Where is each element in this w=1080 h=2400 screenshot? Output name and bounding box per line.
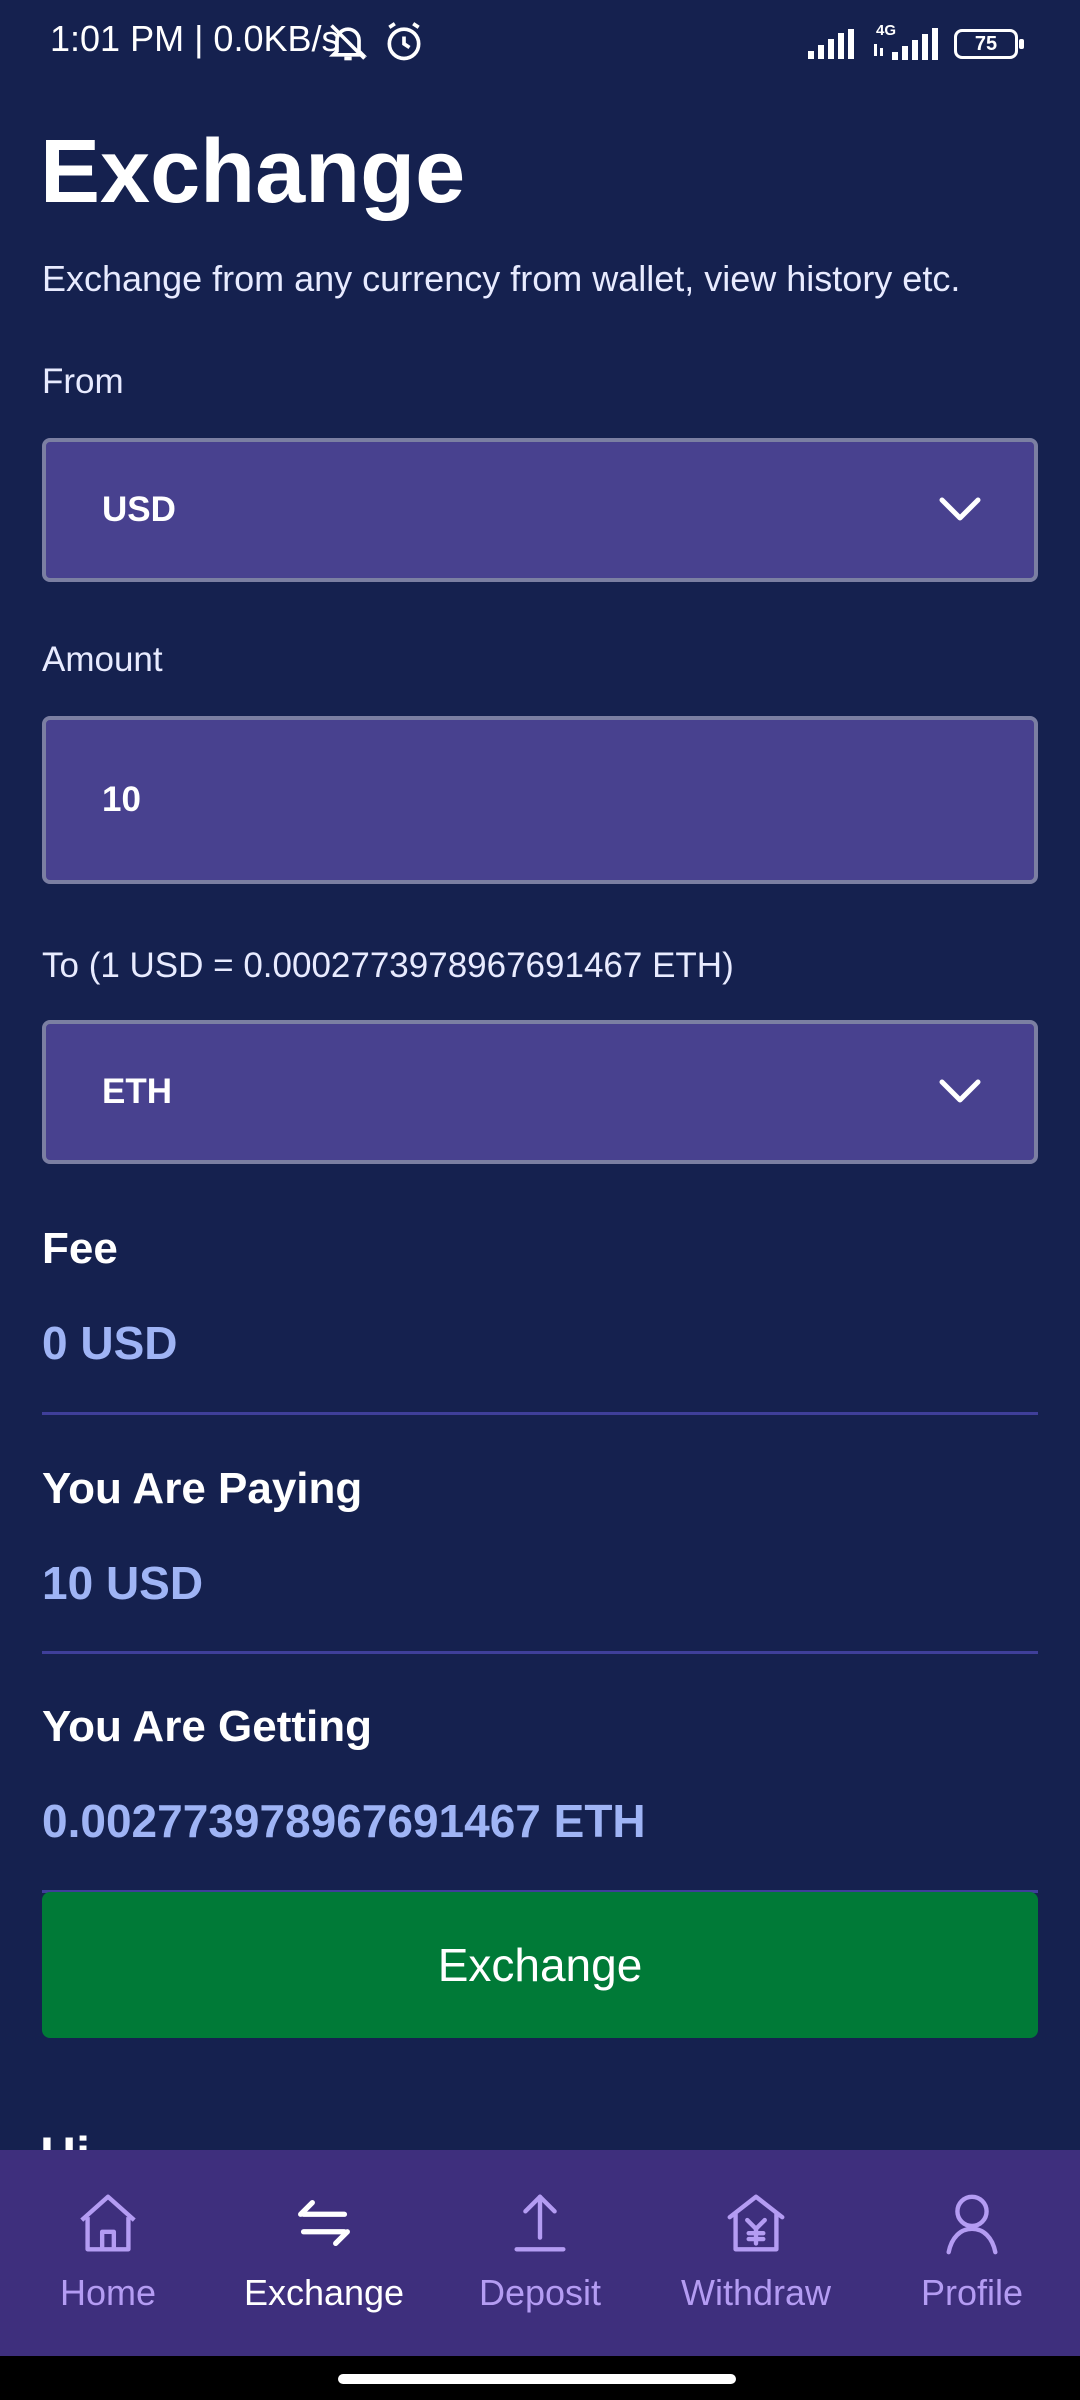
- divider: [42, 1412, 1038, 1415]
- page-subtitle: Exchange from any currency from wallet, …: [42, 258, 961, 299]
- nav-item-withdraw[interactable]: Withdraw: [648, 2150, 864, 2356]
- home-icon: [80, 2194, 136, 2252]
- upload-icon: [514, 2194, 566, 2252]
- to-rate-label: To (1 USD = 0.0002773978967691467 ETH): [42, 946, 734, 985]
- amount-value: 10: [102, 780, 141, 819]
- muted-bell-icon: [328, 24, 368, 61]
- exchange-screen: 1:01 PM | 0.0KB/s 4G 75 Exchange Exchang…: [0, 0, 1080, 2400]
- status-bar: 1:01 PM | 0.0KB/s 4G 75: [0, 0, 1080, 84]
- home-gesture-bar[interactable]: [338, 2374, 736, 2384]
- nav-item-profile[interactable]: Profile: [864, 2150, 1080, 2356]
- fee-value: 0 USD: [42, 1317, 178, 1369]
- bottom-nav: Home Exchange Deposit Withdraw Profile: [0, 2150, 1080, 2356]
- bank-yen-icon: [727, 2194, 785, 2252]
- paying-label: You Are Paying: [42, 1464, 363, 1513]
- fee-label: Fee: [42, 1224, 118, 1273]
- from-label: From: [42, 362, 124, 401]
- amount-input[interactable]: 10: [42, 716, 1038, 884]
- chevron-down-icon: [939, 1079, 981, 1103]
- signal-icon: [808, 29, 854, 59]
- exchange-button[interactable]: Exchange: [42, 1892, 1038, 2038]
- nav-label-home: Home: [59, 2272, 157, 2313]
- from-currency-select[interactable]: USD: [42, 438, 1038, 582]
- nav-item-exchange[interactable]: Exchange: [216, 2150, 432, 2356]
- getting-value: 0.002773978967691467 ETH: [42, 1795, 646, 1847]
- page-title: Exchange: [40, 122, 466, 222]
- exchange-arrows-icon: [298, 2199, 350, 2247]
- signal-icon-4g: [874, 28, 938, 60]
- nav-label-deposit: Deposit: [478, 2272, 602, 2313]
- chevron-down-icon: [939, 497, 981, 521]
- divider: [42, 1651, 1038, 1654]
- to-currency-select[interactable]: ETH: [42, 1020, 1038, 1164]
- person-icon: [946, 2194, 998, 2255]
- getting-label: You Are Getting: [42, 1702, 372, 1751]
- nav-label-withdraw: Withdraw: [680, 2272, 832, 2313]
- to-currency-value: ETH: [102, 1072, 172, 1111]
- status-time-speed: 1:01 PM | 0.0KB/s: [50, 18, 340, 59]
- nav-item-home[interactable]: Home: [0, 2150, 216, 2356]
- battery-icon: 75: [954, 29, 1024, 59]
- amount-label: Amount: [42, 640, 163, 679]
- nav-label-exchange: Exchange: [243, 2272, 405, 2313]
- from-currency-value: USD: [102, 490, 176, 529]
- nav-item-deposit[interactable]: Deposit: [432, 2150, 648, 2356]
- nav-label-profile: Profile: [920, 2272, 1024, 2313]
- alarm-icon: [387, 22, 421, 61]
- paying-value: 10 USD: [42, 1557, 204, 1609]
